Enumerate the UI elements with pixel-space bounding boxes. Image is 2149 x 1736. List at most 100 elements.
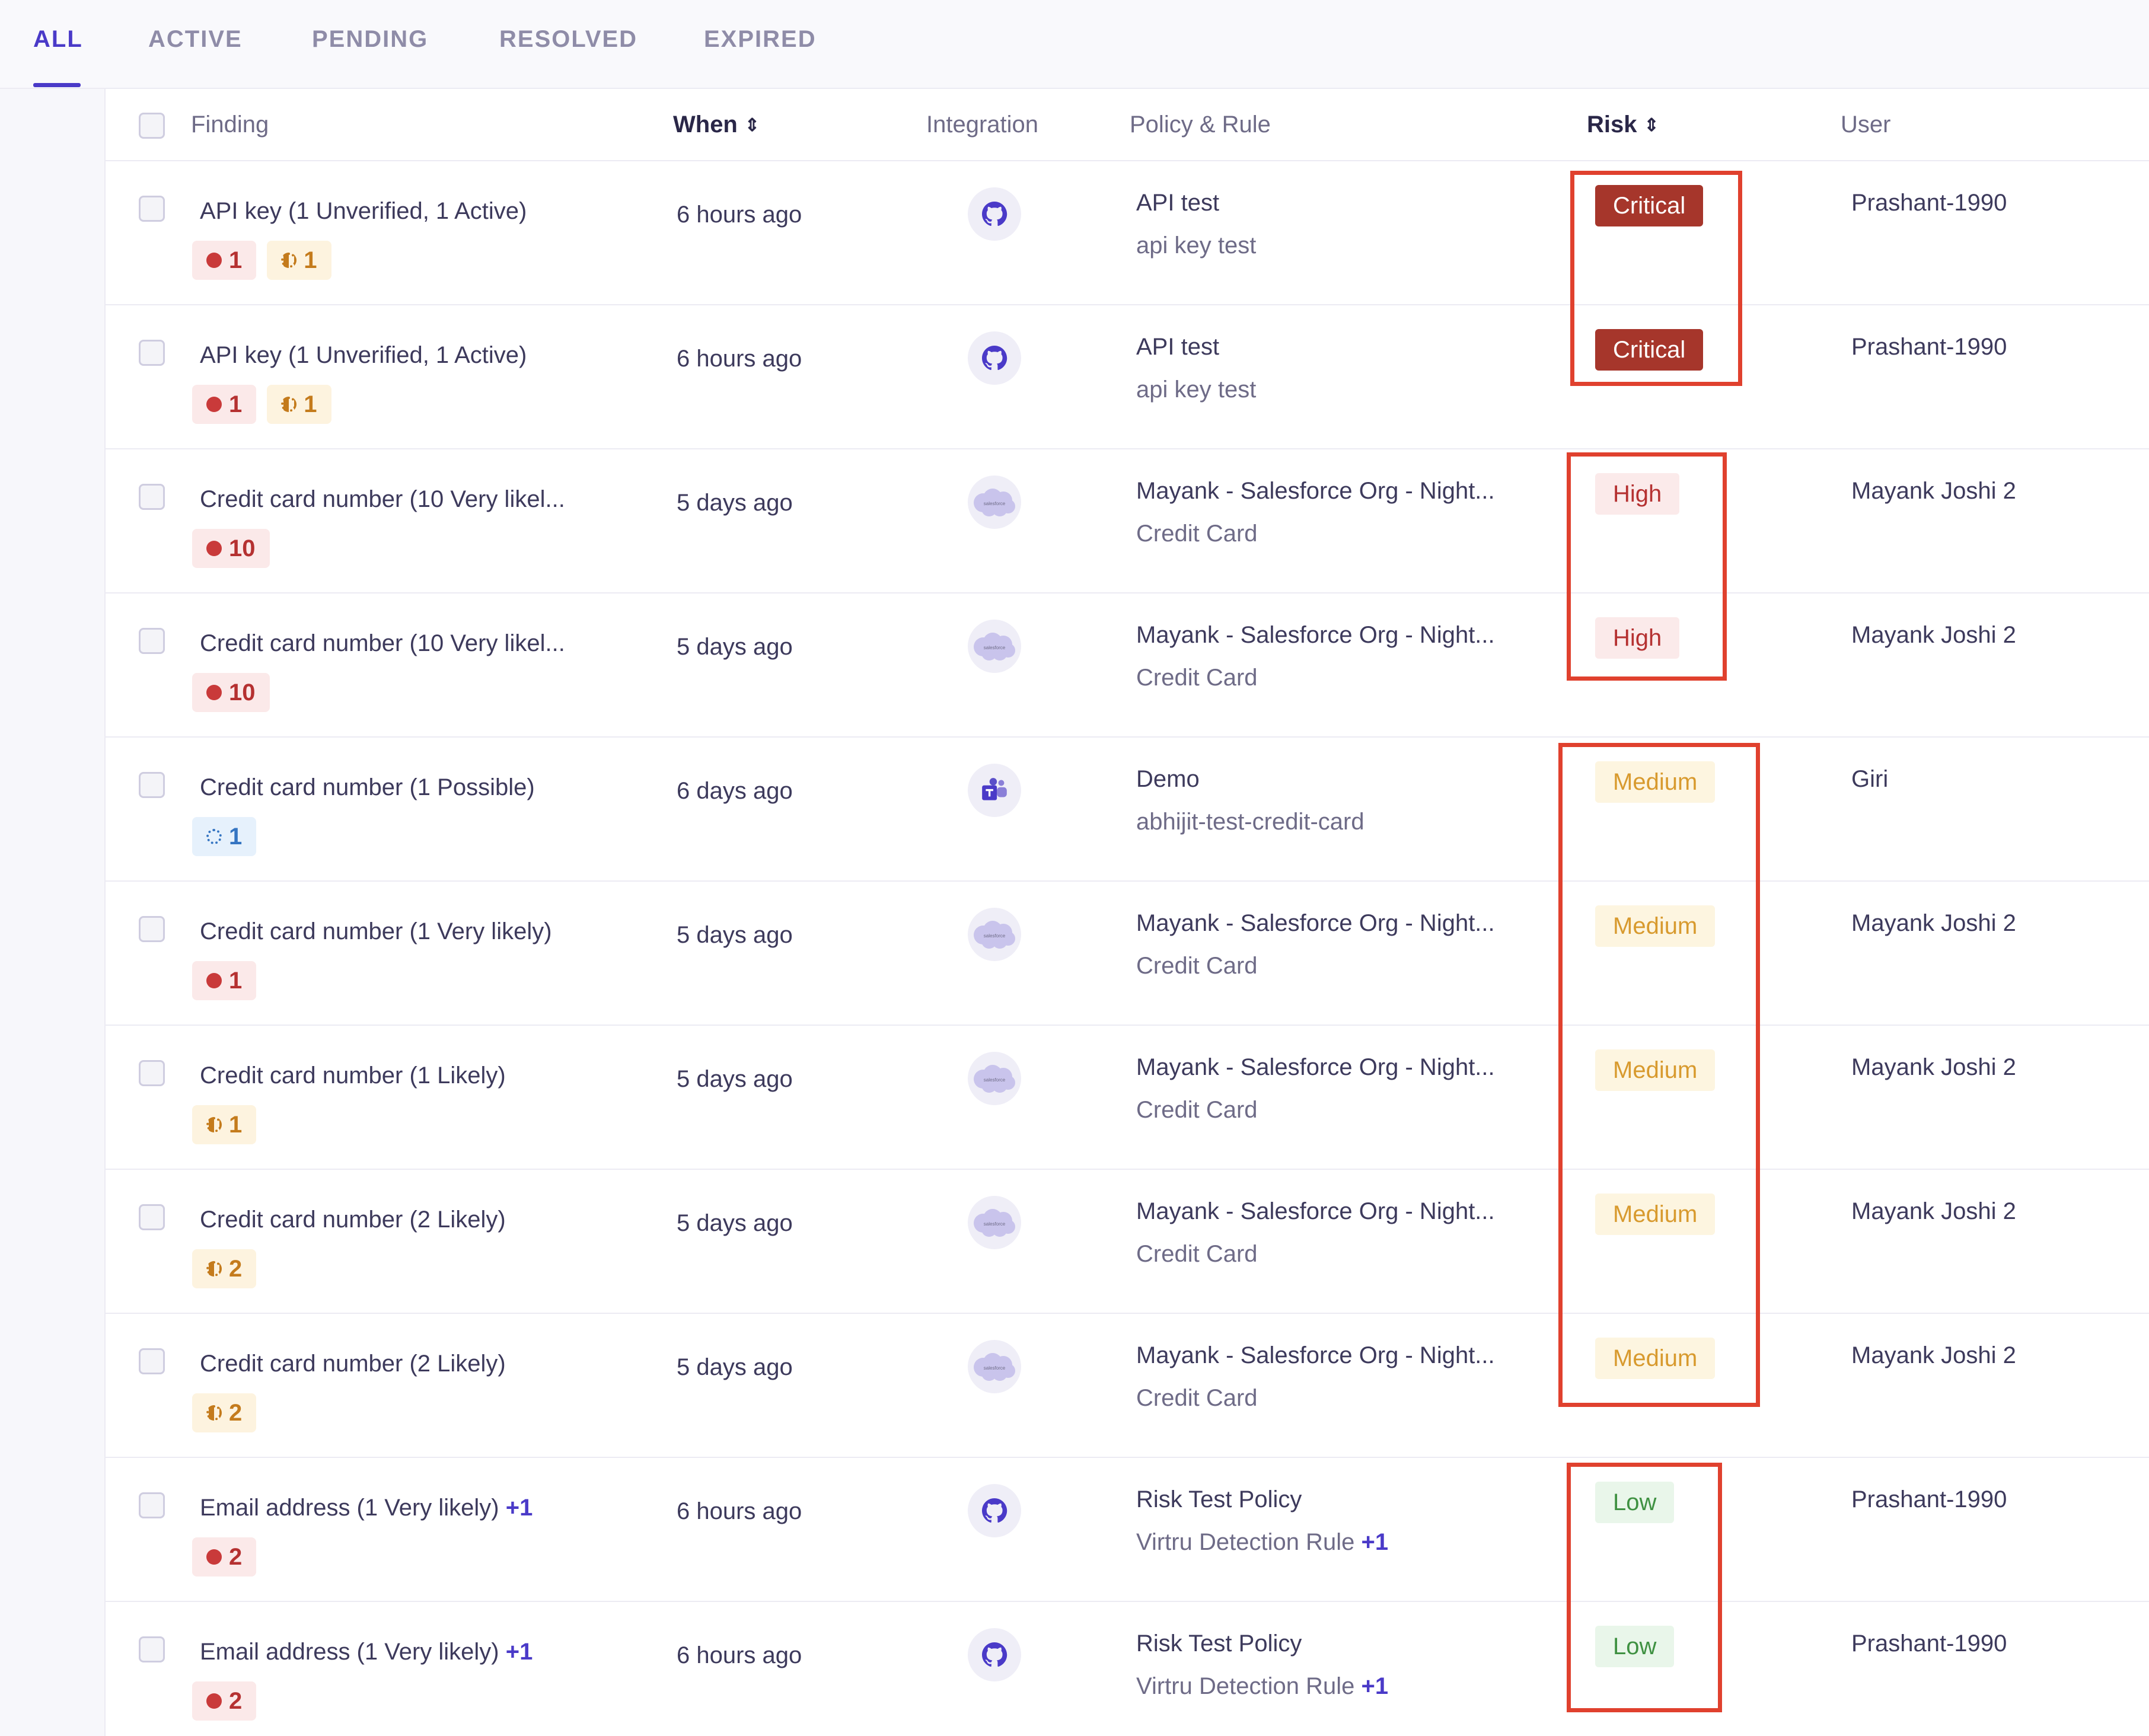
- count-chip: 1: [267, 241, 331, 280]
- row-checkbox[interactable]: [139, 340, 165, 366]
- table-row[interactable]: Credit card number (1 Possible) 1 6 days a…: [106, 738, 2149, 882]
- count-chip: 1: [192, 385, 257, 424]
- finding-cell[interactable]: API key (1 Unverified, 1 Active): [200, 198, 527, 225]
- dot-icon: [206, 1549, 222, 1565]
- sort-icon[interactable]: ⇕: [1644, 117, 1659, 135]
- table-row[interactable]: Email address (1 Very likely) +1 2 6 hours…: [106, 1602, 2149, 1736]
- column-header-risk[interactable]: Risk ⇕: [1587, 111, 1659, 138]
- rule-name: Credit Card: [1136, 521, 1258, 547]
- count-chip-value: 10: [229, 535, 256, 561]
- policy-name[interactable]: Mayank - Salesforce Org - Night...: [1136, 478, 1495, 505]
- count-chip: 2: [192, 1393, 257, 1432]
- rule-cell: Credit Card: [1136, 953, 1258, 979]
- rule-name: Credit Card: [1136, 1241, 1258, 1267]
- finding-count-chips: 1: [192, 961, 257, 1000]
- tab-all[interactable]: ALL: [33, 26, 83, 53]
- count-chip-value: 2: [229, 1399, 243, 1426]
- count-chip-value: 1: [304, 247, 317, 273]
- policy-name[interactable]: Mayank - Salesforce Org - Night...: [1136, 1198, 1495, 1225]
- rule-cell: Credit Card: [1136, 1097, 1258, 1124]
- finding-cell[interactable]: Email address (1 Very likely) +1: [200, 1495, 533, 1521]
- rule-more-badge[interactable]: +1: [1361, 1673, 1388, 1699]
- count-chip-value: 2: [229, 1255, 243, 1282]
- table-row[interactable]: API key (1 Unverified, 1 Active) 1 1 6 hour…: [106, 305, 2149, 449]
- policy-name[interactable]: API test: [1136, 334, 1219, 360]
- tab-active[interactable]: ACTIVE: [148, 26, 243, 53]
- finding-text: Credit card number (10 Very likel...: [200, 486, 565, 512]
- table-row[interactable]: Credit card number (2 Likely) 2 5 days ago…: [106, 1314, 2149, 1458]
- finding-cell[interactable]: Credit card number (10 Very likel...: [200, 630, 565, 657]
- finding-count-chips: 10: [192, 673, 270, 712]
- finding-cell[interactable]: API key (1 Unverified, 1 Active): [200, 342, 527, 369]
- policy-name[interactable]: Mayank - Salesforce Org - Night...: [1136, 622, 1495, 649]
- finding-text: Credit card number (2 Likely): [200, 1351, 506, 1377]
- when-cell: 6 hours ago: [677, 1498, 802, 1524]
- row-checkbox[interactable]: [139, 1636, 165, 1662]
- table-row[interactable]: Email address (1 Very likely) +1 2 6 hours…: [106, 1458, 2149, 1602]
- finding-cell[interactable]: Credit card number (2 Likely): [200, 1351, 506, 1377]
- rule-name: api key test: [1136, 376, 1257, 403]
- when-cell: 5 days ago: [677, 1066, 793, 1092]
- finding-cell[interactable]: Email address (1 Very likely) +1: [200, 1639, 533, 1665]
- row-checkbox[interactable]: [139, 1348, 165, 1374]
- sort-icon[interactable]: ⇕: [745, 117, 760, 135]
- select-all-checkbox[interactable]: [139, 113, 165, 139]
- row-checkbox[interactable]: [139, 1492, 165, 1518]
- finding-count-chips: 10: [192, 529, 270, 568]
- policy-name[interactable]: Mayank - Salesforce Org - Night...: [1136, 1342, 1495, 1369]
- policy-name[interactable]: Mayank - Salesforce Org - Night...: [1136, 1054, 1495, 1081]
- row-checkbox[interactable]: [139, 1204, 165, 1230]
- finding-cell[interactable]: Credit card number (2 Likely): [200, 1207, 506, 1233]
- finding-count-chips: 2: [192, 1537, 257, 1577]
- svg-text:salesforce: salesforce: [984, 1077, 1006, 1083]
- status-tabs: ALL ACTIVE PENDING RESOLVED EXPIRED: [0, 0, 2149, 89]
- table-row[interactable]: Credit card number (2 Likely) 2 5 days ago…: [106, 1170, 2149, 1314]
- count-chip-value: 1: [304, 391, 317, 417]
- rule-more-badge[interactable]: +1: [1361, 1529, 1388, 1555]
- column-header-when[interactable]: When ⇕: [673, 111, 760, 138]
- row-checkbox[interactable]: [139, 628, 165, 654]
- tab-expired[interactable]: EXPIRED: [704, 26, 817, 53]
- policy-name[interactable]: Risk Test Policy: [1136, 1486, 1302, 1513]
- github-icon: [968, 331, 1021, 385]
- when-cell: 5 days ago: [677, 490, 793, 516]
- rule-cell: Virtru Detection Rule +1: [1136, 1529, 1388, 1556]
- finding-text: API key (1 Unverified, 1 Active): [200, 198, 527, 224]
- row-checkbox[interactable]: [139, 1060, 165, 1086]
- finding-cell[interactable]: Credit card number (10 Very likel...: [200, 486, 565, 513]
- count-chip-value: 1: [229, 967, 243, 994]
- column-header-policy: Policy & Rule: [1130, 111, 1271, 138]
- github-icon: [968, 1484, 1021, 1537]
- finding-more-badge[interactable]: +1: [506, 1495, 533, 1521]
- table-row[interactable]: Credit card number (10 Very likel... 10 5 …: [106, 593, 2149, 738]
- policy-name[interactable]: Demo: [1136, 766, 1200, 793]
- finding-text: API key (1 Unverified, 1 Active): [200, 342, 527, 368]
- highlight-box-medium: [1558, 743, 1760, 1407]
- row-checkbox[interactable]: [139, 196, 165, 222]
- svg-text:salesforce: salesforce: [984, 501, 1006, 506]
- finding-cell[interactable]: Credit card number (1 Possible): [200, 774, 535, 801]
- finding-count-chips: 2: [192, 1681, 257, 1721]
- finding-cell[interactable]: Credit card number (1 Likely): [200, 1062, 506, 1089]
- table-row[interactable]: Credit card number (1 Likely) 1 5 days ago…: [106, 1026, 2149, 1170]
- finding-text: Credit card number (10 Very likel...: [200, 630, 565, 656]
- rule-name: Virtru Detection Rule: [1136, 1673, 1355, 1699]
- when-cell: 6 hours ago: [677, 346, 802, 372]
- policy-name[interactable]: Mayank - Salesforce Org - Night...: [1136, 910, 1495, 937]
- policy-name[interactable]: Risk Test Policy: [1136, 1630, 1302, 1657]
- table-row[interactable]: API key (1 Unverified, 1 Active) 1 1 6 hour…: [106, 161, 2149, 305]
- table-row[interactable]: Credit card number (10 Very likel... 10 5 …: [106, 449, 2149, 593]
- finding-more-badge[interactable]: +1: [506, 1639, 533, 1665]
- row-checkbox[interactable]: [139, 772, 165, 798]
- count-chip-value: 1: [229, 1111, 243, 1138]
- tab-resolved[interactable]: RESOLVED: [499, 26, 637, 53]
- finding-cell[interactable]: Credit card number (1 Very likely): [200, 918, 552, 945]
- count-chip: 10: [192, 673, 270, 712]
- row-checkbox[interactable]: [139, 916, 165, 942]
- row-checkbox[interactable]: [139, 484, 165, 510]
- policy-name[interactable]: API test: [1136, 190, 1219, 216]
- github-icon: [968, 187, 1021, 241]
- table-row[interactable]: Credit card number (1 Very likely) 1 5 day…: [106, 882, 2149, 1026]
- tab-pending[interactable]: PENDING: [312, 26, 428, 53]
- finding-count-chips: 2: [192, 1393, 257, 1432]
